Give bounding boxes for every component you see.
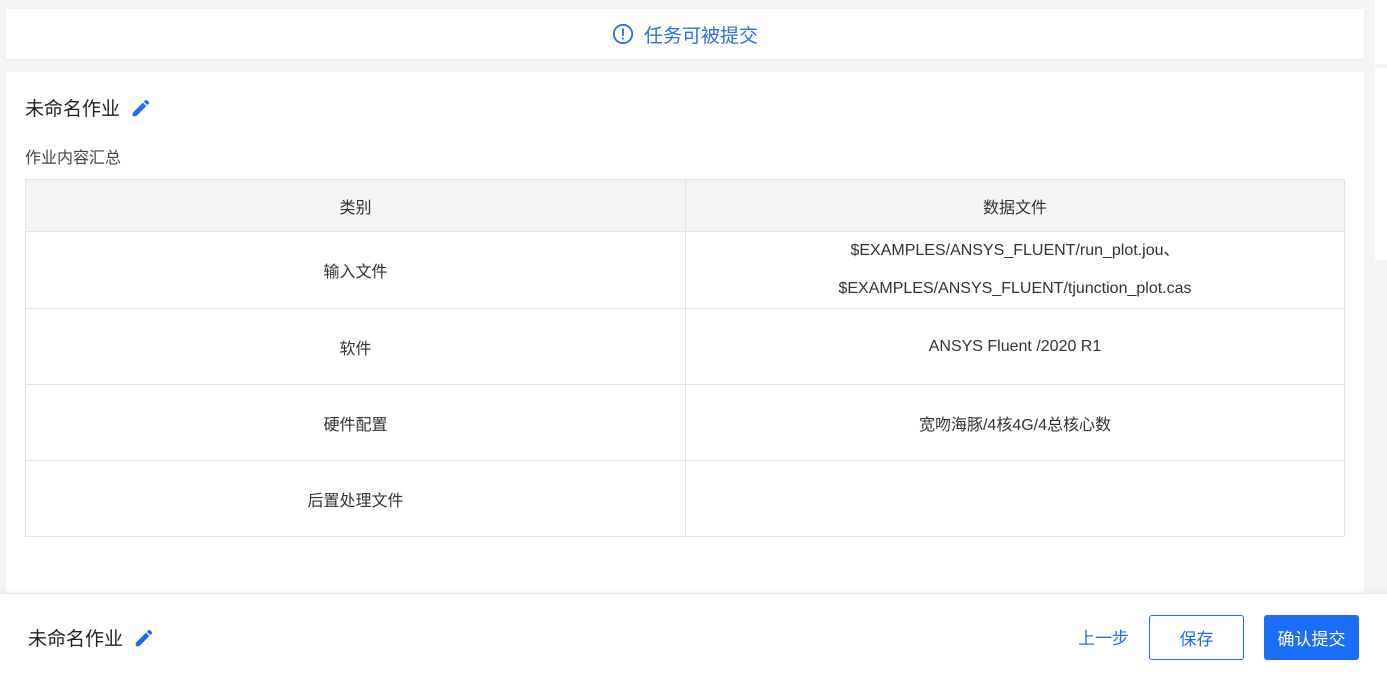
table-row: 硬件配置 宽吻海豚/4核4G/4总核心数: [25, 384, 1345, 461]
banner-text: 任务可被提交: [643, 25, 758, 47]
previous-step-button[interactable]: 上一步: [1078, 624, 1129, 649]
row-value: $EXAMPLES/ANSYS_FLUENT/run_plot.jou、 $EX…: [685, 231, 1345, 309]
row-category: 软件: [25, 308, 686, 385]
info-circle-icon: [612, 23, 634, 45]
confirm-submit-button[interactable]: 确认提交: [1264, 615, 1359, 660]
right-edge-panel: [1375, 0, 1387, 64]
footer-job-title: 未命名作业: [28, 624, 155, 651]
input-file-path: $EXAMPLES/ANSYS_FLUENT/tjunction_plot.ca…: [838, 280, 1192, 297]
right-edge-panel: [1375, 68, 1387, 260]
column-header-data-file: 数据文件: [685, 179, 1345, 232]
column-header-category: 类别: [25, 179, 686, 232]
row-value: ANSYS Fluent /2020 R1: [685, 308, 1345, 385]
footer-job-title-text: 未命名作业: [28, 629, 124, 650]
row-value: 宽吻海豚/4核4G/4总核心数: [685, 384, 1345, 461]
footer-toolbar: 未命名作业 上一步 保存 确认提交: [0, 593, 1387, 674]
row-value: [685, 460, 1345, 537]
row-category: 硬件配置: [25, 384, 686, 461]
job-summary-card: 未命名作业 作业内容汇总 类别 数据文件 输入文件 $EXAMPLES/ANSY…: [6, 72, 1364, 594]
summary-table: 类别 数据文件 输入文件 $EXAMPLES/ANSYS_FLUENT/run_…: [25, 179, 1345, 537]
job-title-text: 未命名作业: [25, 99, 121, 120]
row-category: 输入文件: [25, 231, 686, 309]
table-row: 输入文件 $EXAMPLES/ANSYS_FLUENT/run_plot.jou…: [25, 231, 1345, 309]
pencil-icon[interactable]: [133, 627, 155, 649]
table-header-row: 类别 数据文件: [25, 179, 1345, 232]
table-row: 软件 ANSYS Fluent /2020 R1: [25, 308, 1345, 385]
section-label: 作业内容汇总: [25, 150, 122, 167]
table-row: 后置处理文件: [25, 460, 1345, 537]
pencil-icon[interactable]: [130, 97, 152, 119]
save-button[interactable]: 保存: [1149, 615, 1244, 660]
row-category: 后置处理文件: [25, 460, 686, 537]
job-title: 未命名作业: [25, 94, 152, 121]
status-banner: 任务可被提交: [6, 9, 1364, 59]
input-file-path: $EXAMPLES/ANSYS_FLUENT/run_plot.jou、: [850, 242, 1180, 259]
